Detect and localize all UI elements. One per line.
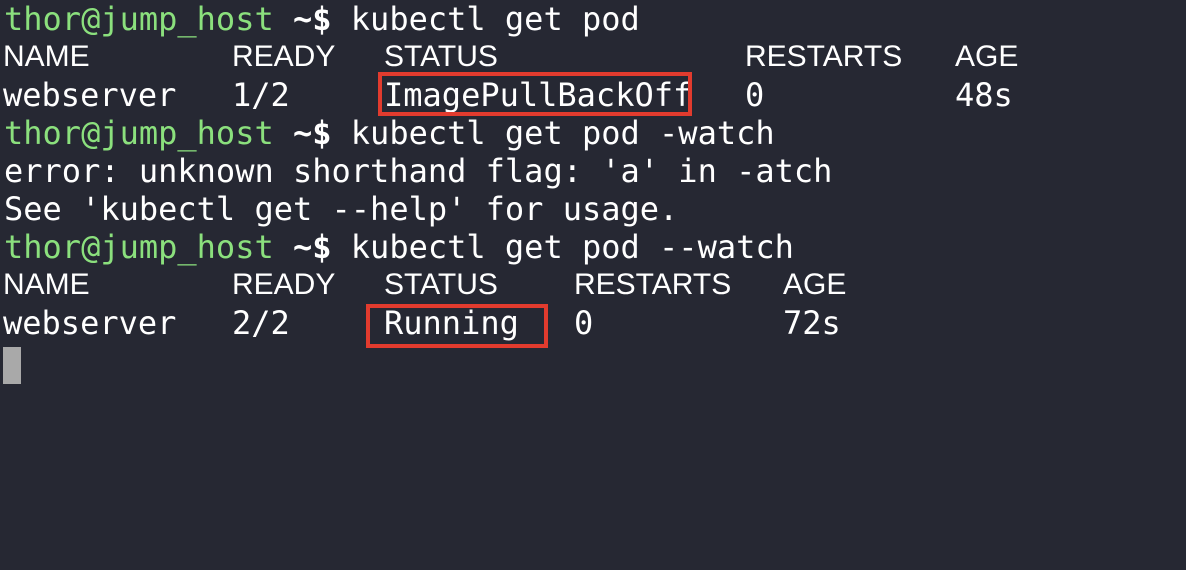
column-header-name: NAME: [3, 40, 90, 73]
prompt-user-host: thor@jump_host: [4, 0, 274, 38]
pod-age: 48s: [955, 76, 1013, 114]
table-header: NAME READY STATUS RESTARTS AGE: [0, 38, 1186, 76]
help-output-line: See 'kubectl get --help' for usage.: [4, 190, 679, 228]
pod-ready: 1/2: [232, 76, 290, 114]
table-header: NAME READY STATUS RESTARTS AGE: [0, 266, 1186, 304]
column-header-name: NAME: [3, 268, 90, 301]
prompt-symbol: ~$: [292, 0, 332, 38]
prompt-line: thor@jump_host ~$ kubectl get pod -watch: [4, 114, 775, 152]
pod-age: 72s: [783, 304, 841, 342]
column-header-status: STATUS: [384, 268, 498, 301]
prompt-user-host: thor@jump_host: [4, 114, 274, 152]
pod-ready: 2/2: [232, 304, 290, 342]
column-header-status: STATUS: [384, 40, 498, 73]
terminal-cursor: [3, 347, 21, 384]
pod-name: webserver: [3, 304, 177, 342]
prompt-symbol: ~$: [292, 114, 332, 152]
table-row: webserver 2/2 Running 0 72s: [0, 304, 1186, 342]
prompt-user-host: thor@jump_host: [4, 228, 274, 266]
terminal-window[interactable]: thor@jump_host ~$ kubectl get pod NAME R…: [0, 0, 1186, 412]
column-header-age: AGE: [955, 40, 1019, 73]
command-text: kubectl get pod: [350, 0, 640, 38]
command-text: kubectl get pod --watch: [350, 228, 794, 266]
column-header-ready: READY: [232, 268, 336, 301]
error-output-line: error: unknown shorthand flag: 'a' in -a…: [4, 152, 833, 190]
pod-restarts: 0: [574, 304, 594, 342]
prompt-line: thor@jump_host ~$ kubectl get pod --watc…: [4, 228, 794, 266]
status-highlight-box: [366, 304, 548, 348]
prompt-line: thor@jump_host ~$ kubectl get pod: [4, 0, 640, 38]
column-header-age: AGE: [783, 268, 847, 301]
prompt-symbol: ~$: [292, 228, 332, 266]
column-header-restarts: RESTARTS: [745, 40, 903, 73]
pod-name: webserver: [3, 76, 177, 114]
column-header-ready: READY: [232, 40, 336, 73]
pod-restarts: 0: [745, 76, 765, 114]
status-highlight-box: [378, 72, 692, 116]
command-text: kubectl get pod -watch: [350, 114, 775, 152]
column-header-restarts: RESTARTS: [574, 268, 732, 301]
